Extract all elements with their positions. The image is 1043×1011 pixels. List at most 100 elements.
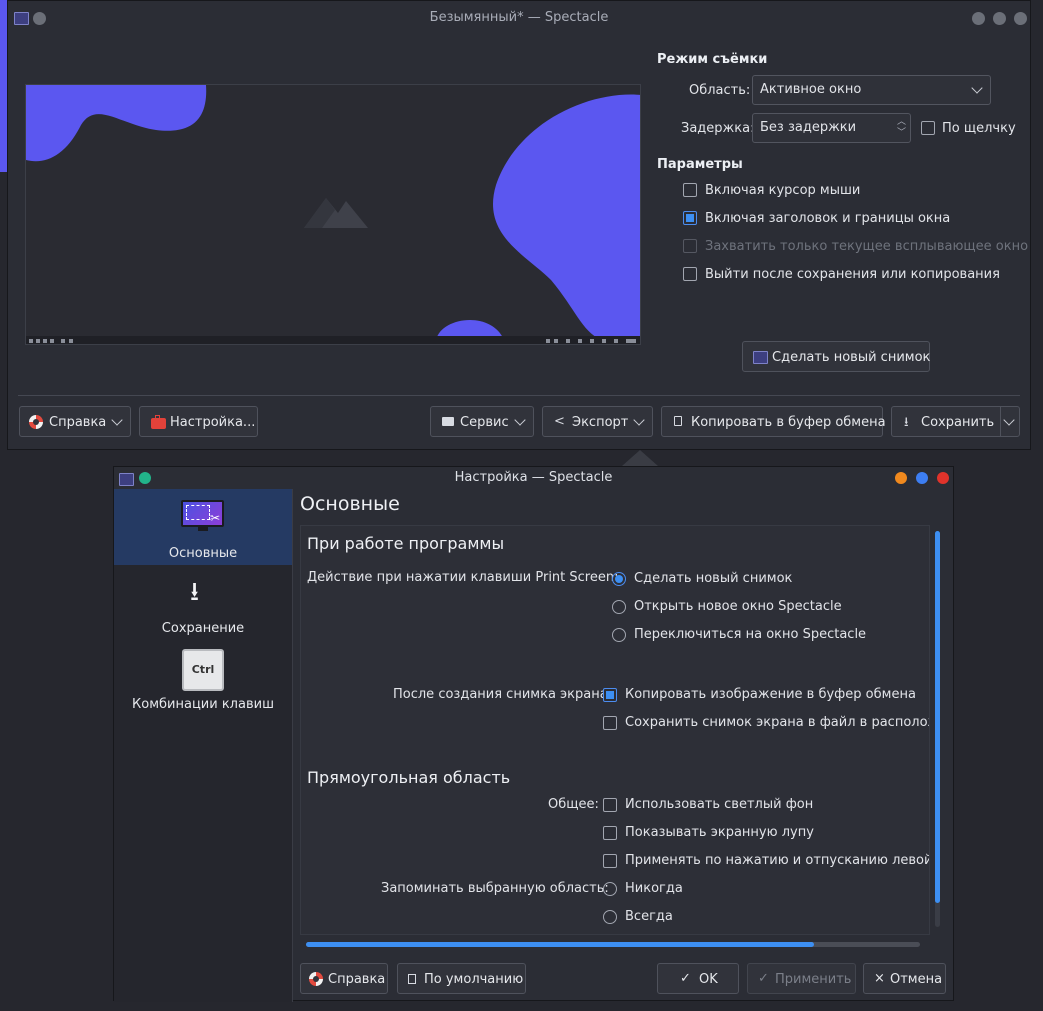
sidebar-item-saving-label: Сохранение bbox=[161, 621, 245, 636]
help-button[interactable]: Справка bbox=[19, 406, 131, 437]
close-button[interactable] bbox=[1014, 12, 1027, 25]
dialog-title-bar[interactable]: Настройка — Spectacle bbox=[114, 467, 953, 489]
area-combobox-value: Активное окно bbox=[760, 82, 862, 97]
save-label: Сохранить bbox=[921, 415, 995, 430]
maximize-button[interactable] bbox=[993, 12, 1006, 25]
popup-arrow bbox=[622, 450, 658, 466]
preview-image bbox=[26, 85, 640, 344]
printscreen-option-new: Сделать новый снимок bbox=[634, 571, 793, 586]
dialog-title: Настройка — Spectacle bbox=[454, 470, 613, 485]
on-click-label: По щелчку bbox=[942, 121, 1016, 136]
save-file-checkbox[interactable] bbox=[603, 716, 617, 730]
include-cursor-label: Включая курсор мыши bbox=[705, 183, 861, 198]
release-click-checkbox[interactable] bbox=[603, 854, 617, 868]
help-label: Справка bbox=[49, 415, 107, 430]
help-lifebuoy-icon bbox=[29, 415, 43, 429]
sidebar-item-shortcuts-label: Комбинации клавиш bbox=[132, 697, 274, 712]
chevron-down-icon bbox=[633, 414, 645, 426]
after-capture-label: После создания снимка экрана: bbox=[393, 687, 613, 702]
copy-label: Копировать в буфер обмена bbox=[691, 415, 886, 430]
on-click-checkbox[interactable] bbox=[921, 121, 935, 135]
printscreen-option-switch: Переключиться на окно Spectacle bbox=[634, 627, 867, 642]
ok-button[interactable]: ✓ OK bbox=[657, 963, 739, 994]
maximize-button[interactable] bbox=[916, 472, 928, 484]
defaults-button[interactable]: По умолчанию bbox=[397, 963, 526, 994]
save-options-chevron-icon[interactable] bbox=[1003, 414, 1015, 426]
apply-label: Применить bbox=[775, 972, 852, 987]
remember-never-radio[interactable] bbox=[603, 882, 617, 896]
chevron-down-icon bbox=[514, 414, 526, 426]
sidebar-item-shortcuts[interactable]: Ctrl Комбинации клавиш bbox=[114, 641, 292, 717]
remember-never-label: Никогда bbox=[625, 881, 683, 896]
bottom-separator bbox=[18, 395, 1020, 396]
printscreen-option-open-window: Открыть новое окно Spectacle bbox=[634, 599, 842, 614]
settings-content: При работе программы Действие при нажати… bbox=[300, 525, 930, 935]
screenshot-icon: ✂ bbox=[181, 500, 224, 527]
screenshot-preview[interactable] bbox=[25, 84, 641, 345]
remember-always-radio[interactable] bbox=[603, 910, 617, 924]
tools-label: Сервис bbox=[460, 415, 509, 430]
copy-image-label: Копировать изображение в буфер обмена bbox=[625, 687, 916, 702]
printscreen-label: Действие при нажатии клавиши Print Scree… bbox=[307, 570, 619, 585]
general-label: Общее: bbox=[548, 797, 599, 812]
release-click-label: Применять по нажатию и отпусканию левой … bbox=[625, 853, 930, 868]
vertical-scrollbar-track[interactable] bbox=[935, 531, 940, 927]
spectacle-main-window: Безымянный* — Spectacle Режим съёмки Обл… bbox=[7, 0, 1031, 450]
delay-label: Задержка: bbox=[681, 121, 755, 136]
tools-button[interactable]: Сервис bbox=[430, 406, 534, 437]
ctrl-key-icon: Ctrl bbox=[182, 649, 224, 691]
copy-to-clipboard-button[interactable]: Копировать в буфер обмена bbox=[661, 406, 886, 437]
cancel-button[interactable]: × Отмена bbox=[863, 963, 946, 994]
briefcase-icon bbox=[442, 417, 454, 426]
minimize-button[interactable] bbox=[972, 12, 985, 25]
printscreen-radio-switch[interactable] bbox=[612, 628, 626, 642]
settings-dialog: Настройка — Spectacle ✂ Основные ⭳ Сохра… bbox=[113, 466, 954, 1002]
remember-region-label: Запоминать выбранную область: bbox=[381, 881, 609, 896]
quit-after-save-label: Выйти после сохранения или копирования bbox=[705, 267, 1000, 282]
save-file-label: Сохранить снимок экрана в файл в располо… bbox=[625, 715, 930, 730]
minimize-button[interactable] bbox=[895, 472, 907, 484]
ok-label: OK bbox=[699, 972, 718, 987]
horizontal-scrollbar-thumb[interactable] bbox=[306, 942, 814, 947]
cancel-label: Отмена bbox=[890, 972, 943, 987]
quit-after-save-checkbox[interactable] bbox=[683, 267, 697, 281]
save-button[interactable]: ⭳ Сохранить bbox=[891, 406, 1020, 437]
sidebar-item-general[interactable]: ✂ Основные bbox=[114, 489, 292, 565]
save-split-divider bbox=[1000, 407, 1001, 436]
light-background-label: Использовать светлый фон bbox=[625, 797, 814, 812]
close-button[interactable] bbox=[937, 472, 949, 484]
popup-only-label: Захватить только текущее всплывающее окн… bbox=[705, 239, 1029, 254]
include-cursor-checkbox[interactable] bbox=[683, 183, 697, 197]
light-background-checkbox[interactable] bbox=[603, 798, 617, 812]
sidebar-item-saving[interactable]: ⭳ Сохранение bbox=[114, 565, 292, 641]
capture-mode-title: Режим съёмки bbox=[657, 52, 768, 67]
document-revert-icon bbox=[408, 974, 416, 984]
copy-image-checkbox[interactable] bbox=[603, 688, 617, 702]
apply-button: ✓ Применить bbox=[747, 963, 856, 994]
configure-button[interactable]: Настройка... bbox=[139, 406, 258, 437]
download-icon: ⭳ bbox=[190, 577, 200, 607]
remember-always-label: Всегда bbox=[625, 909, 673, 924]
spin-down-icon[interactable]: ﹀ bbox=[897, 128, 906, 138]
chevron-down-icon bbox=[971, 82, 983, 94]
spin-up-icon[interactable]: ︿ bbox=[897, 117, 906, 127]
delay-spinbox[interactable]: Без задержки ︿ ﹀ bbox=[752, 113, 911, 143]
include-decorations-checkbox[interactable] bbox=[683, 211, 697, 225]
download-icon: ⭳ bbox=[904, 415, 909, 430]
defaults-label: По умолчанию bbox=[424, 972, 524, 987]
vertical-scrollbar-thumb[interactable] bbox=[935, 531, 940, 903]
export-button[interactable]: < Экспорт bbox=[542, 406, 653, 437]
printscreen-radio-open-window[interactable] bbox=[612, 600, 626, 614]
new-screenshot-button[interactable]: Сделать новый снимок bbox=[742, 341, 930, 372]
title-bar[interactable]: Безымянный* — Spectacle bbox=[8, 1, 1030, 35]
include-decorations-label: Включая заголовок и границы окна bbox=[705, 211, 951, 226]
dialog-help-button[interactable]: Справка bbox=[300, 963, 388, 994]
area-combobox[interactable]: Активное окно bbox=[752, 75, 991, 105]
printscreen-radio-new[interactable] bbox=[612, 572, 626, 586]
spectacle-icon bbox=[753, 351, 768, 364]
configure-label: Настройка... bbox=[170, 415, 256, 430]
check-icon: ✓ bbox=[758, 971, 769, 986]
magnifier-checkbox[interactable] bbox=[603, 826, 617, 840]
horizontal-scrollbar-track[interactable] bbox=[306, 942, 920, 947]
share-icon: < bbox=[554, 414, 565, 429]
